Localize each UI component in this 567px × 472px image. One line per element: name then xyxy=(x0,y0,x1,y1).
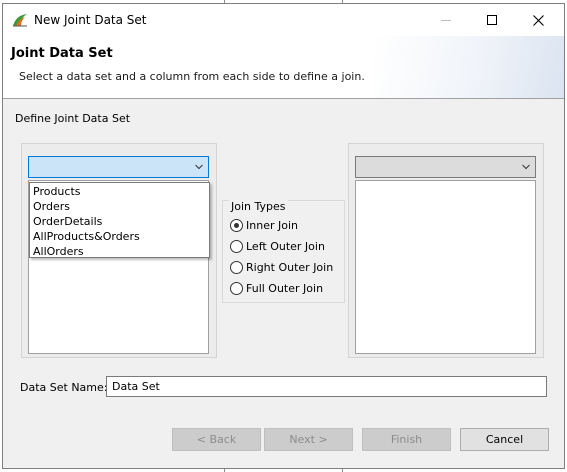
close-icon xyxy=(532,14,544,26)
window-title: New Joint Data Set xyxy=(34,13,147,27)
dataset-name-input[interactable] xyxy=(106,376,547,397)
next-button[interactable]: Next > xyxy=(264,428,353,451)
close-button[interactable] xyxy=(515,4,561,36)
right-dataset-combo[interactable] xyxy=(355,156,536,178)
radio-full-outer-join[interactable]: Full Outer Join xyxy=(230,280,323,296)
chevron-down-icon xyxy=(521,160,531,174)
maximize-button[interactable] xyxy=(469,4,515,36)
left-dataset-combo[interactable] xyxy=(28,156,209,178)
radio-label: Left Outer Join xyxy=(246,239,325,253)
radio-button[interactable] xyxy=(230,239,243,253)
dropdown-option-orders[interactable]: Orders xyxy=(30,199,209,214)
page-title: Joint Data Set xyxy=(11,46,113,61)
join-types-legend: Join Types xyxy=(229,200,288,213)
radio-label: Inner Join xyxy=(246,218,298,232)
dataset-name-label: Data Set Name: xyxy=(20,381,108,394)
dialog-window: New Joint Data Set Joint Data Set Select… xyxy=(2,3,565,469)
title-bar: New Joint Data Set xyxy=(3,4,564,36)
radio-label: Full Outer Join xyxy=(246,281,324,295)
define-section-label: Define Joint Data Set xyxy=(15,112,131,125)
dropdown-option-products[interactable]: Products xyxy=(30,184,209,199)
back-button[interactable]: < Back xyxy=(172,428,261,451)
chevron-down-icon xyxy=(194,160,204,174)
right-column-list[interactable] xyxy=(355,180,536,354)
dropdown-option-allorders[interactable]: AllOrders xyxy=(30,244,209,259)
left-dataset-dropdown-list: Products Orders OrderDetails AllProducts… xyxy=(29,182,210,258)
join-types-group: Join Types Inner Join Left Outer Join Ri… xyxy=(222,200,345,303)
dropdown-option-orderdetails[interactable]: OrderDetails xyxy=(30,214,209,229)
radio-button[interactable] xyxy=(230,260,243,274)
cancel-button[interactable]: Cancel xyxy=(460,428,549,451)
minimize-icon xyxy=(441,19,451,21)
finish-button[interactable]: Finish xyxy=(362,428,451,451)
radio-button[interactable] xyxy=(230,281,243,295)
maximize-icon xyxy=(487,15,497,25)
right-dataset-panel xyxy=(348,143,544,358)
birt-app-icon xyxy=(13,14,27,27)
radio-inner-join[interactable]: Inner Join xyxy=(230,217,298,233)
wizard-header: Joint Data Set Select a data set and a c… xyxy=(3,36,564,99)
minimize-button[interactable] xyxy=(423,4,469,36)
radio-button[interactable] xyxy=(230,218,243,232)
dropdown-option-allproducts-orders[interactable]: AllProducts&Orders xyxy=(30,229,209,244)
radio-right-outer-join[interactable]: Right Outer Join xyxy=(230,259,333,275)
page-description: Select a data set and a column from each… xyxy=(19,70,365,83)
radio-left-outer-join[interactable]: Left Outer Join xyxy=(230,238,325,254)
radio-label: Right Outer Join xyxy=(246,260,334,274)
header-decoration xyxy=(374,36,564,98)
